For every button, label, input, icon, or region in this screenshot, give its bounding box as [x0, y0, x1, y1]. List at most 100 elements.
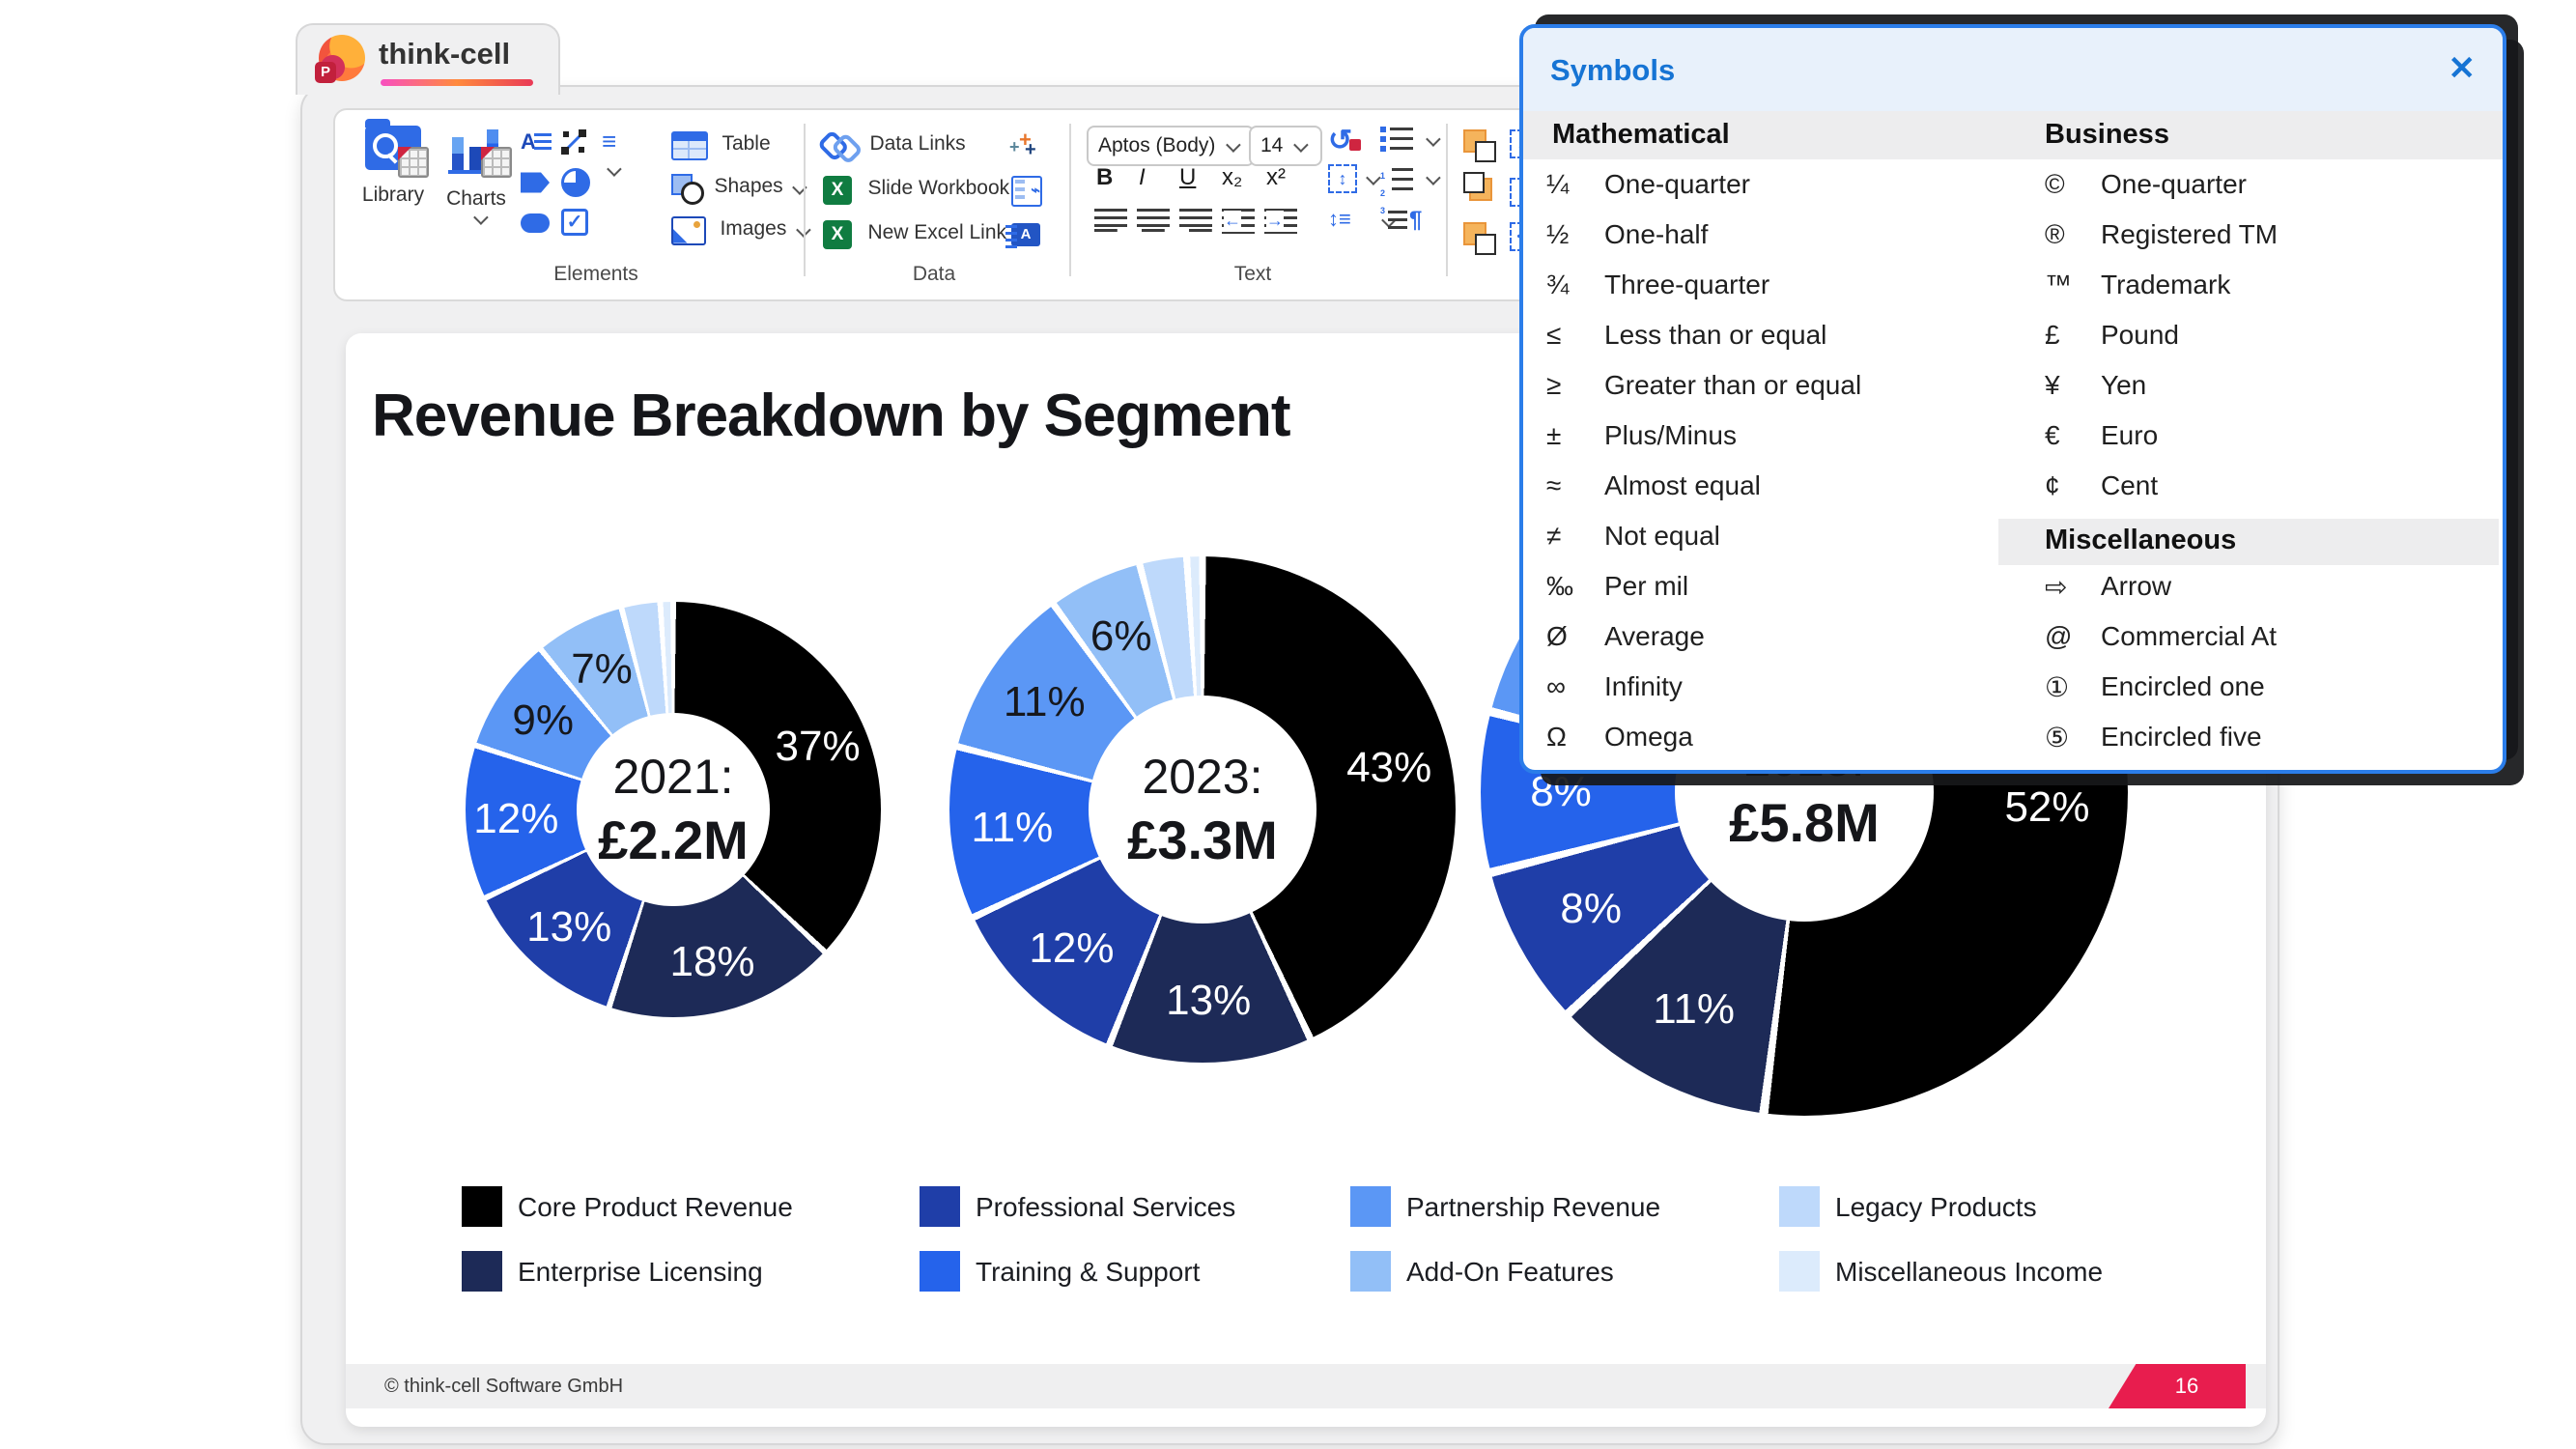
pentagon-shape-button[interactable] — [521, 168, 550, 197]
underline-button[interactable]: U — [1179, 164, 1196, 191]
chevron-down-icon — [1226, 137, 1241, 153]
symbol-label: Registered TM — [2101, 219, 2278, 250]
slice-percent-label: 52% — [2004, 783, 2089, 832]
data-links-button[interactable]: Data Links — [823, 131, 966, 160]
superscript-button[interactable]: x² — [1266, 164, 1286, 191]
slide-workbook-button[interactable]: X Slide Workbook — [823, 176, 1009, 205]
symbol-row[interactable]: ⇨Arrow — [1523, 571, 2503, 621]
symbol-label: Cent — [2101, 470, 2158, 501]
legend-swatch — [1779, 1186, 1820, 1227]
powerpoint-thinkcell-logo-icon: P — [319, 35, 365, 81]
symbol-glyph: ® — [2045, 219, 2093, 250]
slice-percent-label: 11% — [1653, 985, 1735, 1034]
bullet-list-button[interactable] — [1380, 126, 1415, 155]
symbol-label: Commercial At — [2101, 621, 2277, 652]
donut-chart-2023[interactable]: 2023: £3.3M43%13%12%11%11%6% — [949, 556, 1456, 1063]
chevron-down-icon[interactable] — [1426, 131, 1441, 147]
arrange-select-button[interactable] — [1463, 222, 1486, 245]
shapes-label: Shapes — [714, 175, 782, 197]
group-separator — [1446, 124, 1448, 276]
shapes-button[interactable]: Shapes — [671, 174, 804, 203]
subscript-button[interactable]: x₂ — [1222, 164, 1242, 191]
donut-center: 2023: £3.3M — [1089, 696, 1316, 923]
align-center-button[interactable] — [1137, 209, 1170, 234]
link-icon — [817, 126, 858, 166]
elements-group-label: Elements — [490, 263, 702, 286]
symbol-row[interactable]: ①Encircled one — [1523, 671, 2503, 722]
chevron-down-icon[interactable] — [1426, 170, 1441, 185]
slice-percent-label: 37% — [776, 723, 861, 771]
text-link-icon[interactable]: A — [1011, 223, 1040, 246]
symbol-row[interactable]: £Pound — [1523, 320, 2503, 370]
numbered-list-button[interactable] — [1380, 166, 1415, 195]
donut-chart-2021[interactable]: 2021: £2.2M37%18%13%12%9%7% — [466, 602, 881, 1017]
legend-label: Miscellaneous Income — [1835, 1257, 2103, 1288]
font-name-value: Aptos (Body) — [1098, 134, 1215, 156]
font-name-select[interactable]: Aptos (Body) — [1087, 126, 1255, 166]
chevron-down-icon — [607, 161, 622, 177]
symbol-row[interactable]: ©One-quarter — [1523, 169, 2503, 219]
legend-swatch — [920, 1251, 960, 1292]
powerpoint-p-badge: P — [315, 62, 336, 83]
arrange-front-button[interactable] — [1463, 129, 1486, 153]
images-button[interactable]: Images — [671, 216, 807, 245]
symbol-row[interactable]: ⑤Encircled five — [1523, 722, 2503, 772]
font-size-value: 14 — [1260, 134, 1283, 156]
table-label: Table — [722, 132, 770, 155]
table-button[interactable]: Table — [671, 131, 771, 160]
donut-center: 2021: £2.2M — [577, 713, 770, 906]
symbol-row[interactable]: ¥Yen — [1523, 370, 2503, 420]
paragraph-marks-button[interactable]: ¶ — [1409, 207, 1438, 236]
symbol-label: Not equal — [1604, 521, 1720, 552]
symbol-row[interactable]: ≠Not equal — [1523, 521, 2503, 571]
symbol-glyph: £ — [2045, 320, 2093, 351]
decrease-indent-button[interactable] — [1222, 209, 1255, 234]
symbol-row[interactable]: €Euro — [1523, 420, 2503, 470]
symbol-glyph: ⑤ — [2045, 722, 2093, 753]
slice-percent-label: 43% — [1346, 744, 1431, 792]
line-spacing-button[interactable]: ↕≡ — [1328, 207, 1357, 236]
connector-button[interactable] — [559, 128, 588, 156]
chevron-down-icon — [473, 211, 489, 226]
italic-button[interactable]: I — [1139, 164, 1146, 191]
align-right-button[interactable] — [1179, 209, 1212, 234]
library-button[interactable]: Library — [353, 126, 434, 207]
text-box-button[interactable]: A — [521, 129, 550, 158]
chevron-down-icon[interactable] — [1366, 170, 1381, 185]
tableau-icon[interactable]: +++ — [1011, 131, 1040, 160]
symbol-glyph: € — [2045, 420, 2093, 451]
symbol-row[interactable]: ® Registered TM — [1523, 219, 2503, 270]
think-cell-tab[interactable]: P think-cell — [296, 23, 560, 95]
rotate-text-button[interactable]: ↺ — [1328, 124, 1357, 153]
slice-percent-label: 8% — [1560, 885, 1622, 933]
new-excel-link-button[interactable]: X New Excel Link — [823, 220, 1006, 249]
legend-label: Professional Services — [976, 1192, 1235, 1223]
symbol-row[interactable]: ™Trademark — [1523, 270, 2503, 320]
rounded-rectangle-button[interactable] — [521, 213, 550, 233]
donut-total-label: £2.2M — [598, 809, 749, 871]
legend-label: Legacy Products — [1835, 1192, 2037, 1223]
pie-chart-button[interactable] — [561, 168, 590, 197]
excel-icon: X — [823, 176, 852, 205]
slice-percent-label: 11% — [971, 804, 1053, 852]
bold-button[interactable]: B — [1096, 164, 1113, 191]
arrange-back-button[interactable] — [1469, 178, 1492, 201]
checkbox-button[interactable]: ✓ — [561, 209, 588, 236]
spreadsheet-overlay-icon — [398, 147, 429, 178]
page-number-badge: 16 — [2109, 1364, 2246, 1408]
list-options-button[interactable]: ≡ — [602, 128, 631, 156]
symbol-row[interactable]: ¢Cent — [1523, 470, 2503, 521]
align-left-button[interactable] — [1094, 209, 1127, 234]
close-icon[interactable]: ✕ — [2449, 49, 2477, 88]
workbook-link-icon[interactable]: ⌁ — [1011, 176, 1042, 207]
donut-year-label: 2021: — [612, 749, 733, 805]
slice-percent-label: 8% — [1530, 768, 1592, 816]
increase-indent-button[interactable] — [1264, 209, 1297, 234]
fit-text-button[interactable]: ↕ — [1328, 164, 1357, 193]
font-size-select[interactable]: 14 — [1249, 126, 1322, 166]
images-label: Images — [720, 217, 786, 240]
symbol-label: Encircled one — [2101, 671, 2265, 702]
symbols-dialog[interactable]: Symbols ✕ Mathematical Business Miscella… — [1519, 24, 2506, 774]
charts-button[interactable]: Charts — [436, 126, 517, 228]
symbol-row[interactable]: @Commercial At — [1523, 621, 2503, 671]
